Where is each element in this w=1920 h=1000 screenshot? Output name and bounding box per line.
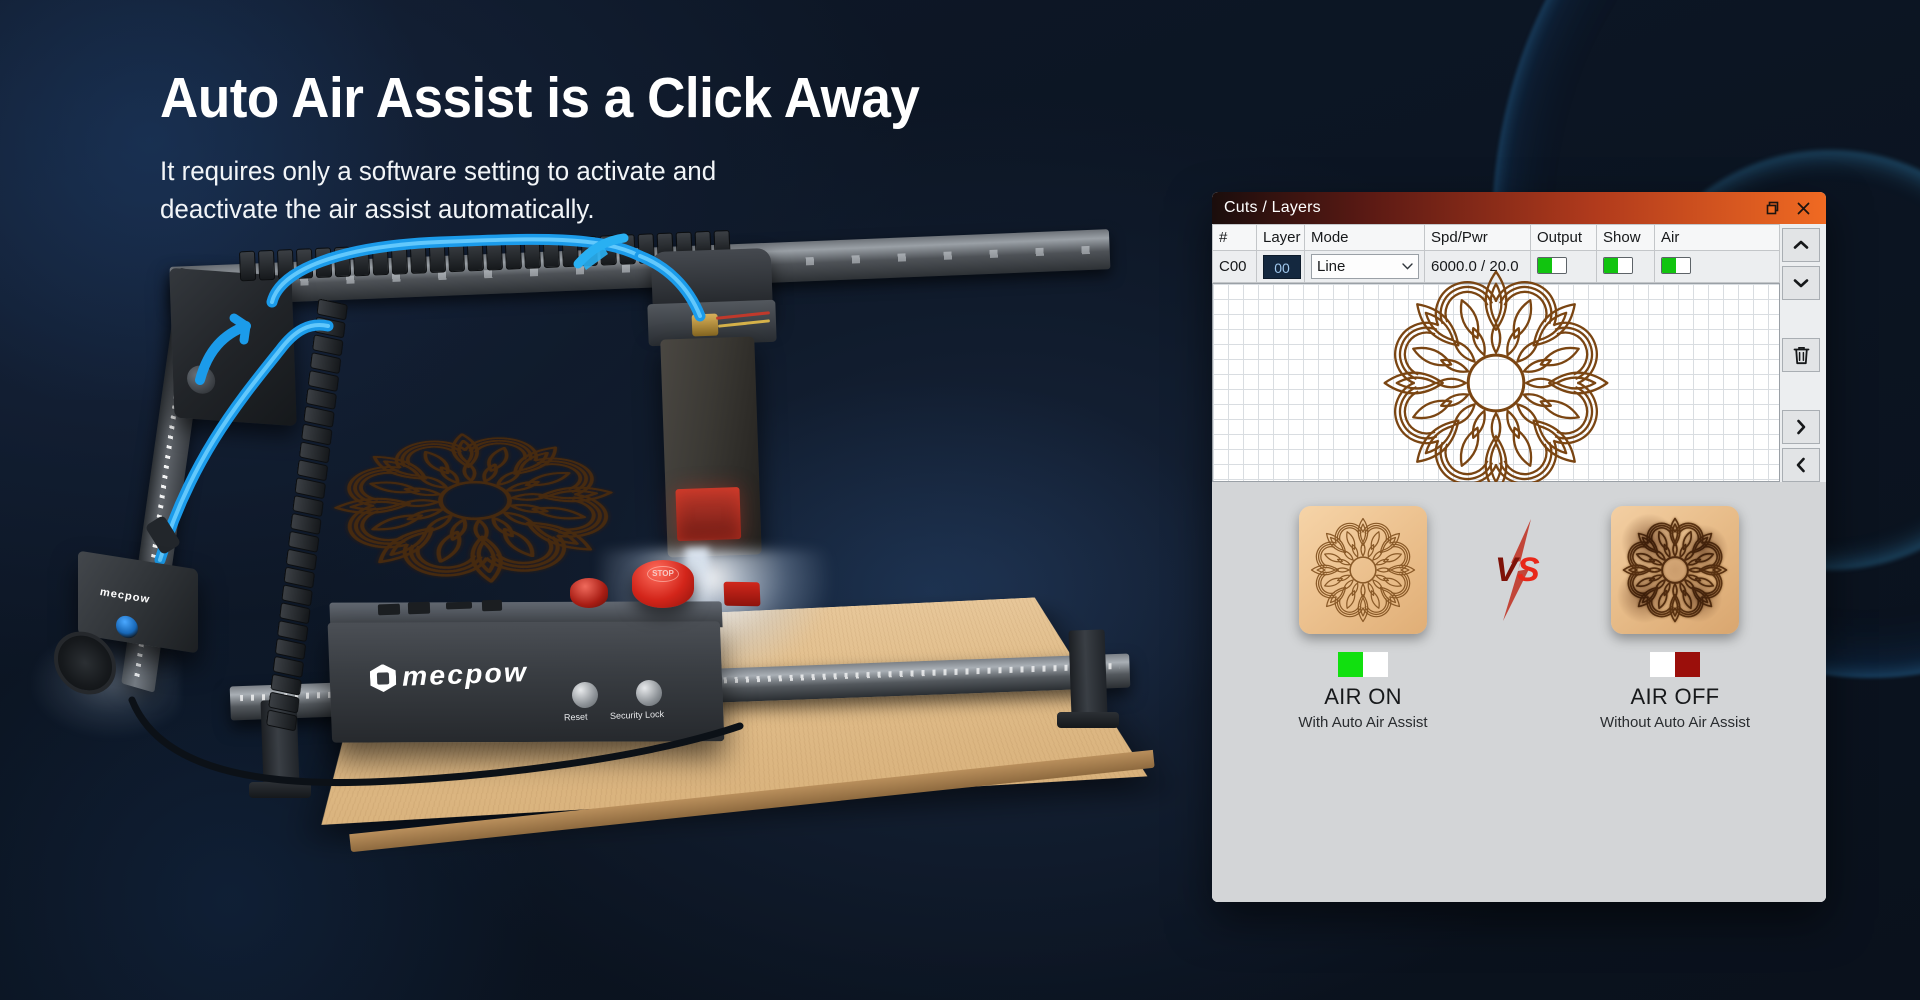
cell-air[interactable] [1654, 250, 1780, 283]
laser-viewing-window [675, 487, 742, 542]
toolbar-spacer-2 [1782, 376, 1822, 406]
frame-foot-right [1057, 712, 1119, 728]
page-title: Auto Air Assist is a Click Away [160, 66, 920, 130]
swatch-white [1650, 652, 1675, 677]
frame-post-right [1068, 629, 1108, 717]
column-header-show[interactable]: Show [1596, 224, 1655, 251]
toolbar-spacer-1 [1782, 304, 1822, 334]
sample-tile-air-off [1611, 506, 1739, 634]
air-on-subtitle: With Auto Air Assist [1298, 714, 1428, 731]
headline-block: Auto Air Assist is a Click Away It requi… [160, 66, 1160, 229]
move-layer-down-button[interactable] [1782, 266, 1820, 300]
port-dc24v [377, 603, 401, 616]
air-off-swatches [1650, 652, 1700, 677]
trash-icon [1793, 346, 1809, 364]
mandala-design[interactable] [1375, 262, 1617, 504]
swatch-white [1363, 652, 1388, 677]
chevron-down-icon [1793, 279, 1809, 288]
column-header-number[interactable]: # [1212, 224, 1257, 251]
air-on-title: AIR ON [1324, 684, 1402, 709]
frame-foot-left [249, 782, 311, 798]
air-off-subtitle: Without Auto Air Assist [1599, 714, 1751, 731]
column-header-output[interactable]: Output [1530, 224, 1597, 251]
security-lock-button-label: Security Lock [609, 708, 665, 722]
page-subtitle-line2: deactivate the air assist automatically. [160, 193, 595, 224]
layers-left-column: # Layer Mode Spd/Pwr Output Show Air C00… [1212, 224, 1780, 495]
air-toggle[interactable] [1661, 256, 1691, 274]
mandala-engraving-clean [1310, 517, 1416, 623]
comparison-air-off: AIR OFF Without Auto Air Assist [1557, 506, 1793, 731]
mecpow-hex-icon [370, 663, 397, 692]
close-icon [1797, 202, 1809, 214]
vs-icon: V S [1495, 519, 1540, 621]
previous-layer-button[interactable] [1782, 448, 1820, 482]
vs-badge: V S [1481, 506, 1557, 634]
air-on-swatches [1338, 652, 1388, 677]
restore-icon [1766, 201, 1779, 215]
chevron-left-icon [1796, 457, 1805, 473]
page-subtitle: It requires only a software setting to a… [160, 152, 1120, 229]
mode-dropdown-value: Line [1317, 258, 1346, 275]
comparison-section: AIR ON With Auto Air Assist V S AIR OFF … [1212, 482, 1826, 902]
chevron-up-icon [1793, 240, 1809, 249]
cuts-layers-window: Cuts / Layers # Layer Mode Spd/Pwr Outpu… [1212, 192, 1826, 902]
swatch-dark-red [1675, 652, 1700, 677]
window-titlebar[interactable]: Cuts / Layers [1212, 192, 1826, 224]
column-header-layer[interactable]: Layer [1256, 224, 1305, 251]
page-root: Auto Air Assist is a Click Away It requi… [0, 0, 1920, 1000]
next-layer-button[interactable] [1782, 410, 1820, 444]
cell-layer-number: C00 [1212, 250, 1257, 283]
close-window-button[interactable] [1788, 195, 1818, 221]
port-bypass [481, 599, 503, 612]
port-microsd [445, 601, 473, 610]
window-body: # Layer Mode Spd/Pwr Output Show Air C00… [1212, 224, 1826, 902]
power-switch[interactable] [723, 581, 761, 607]
move-layer-up-button[interactable] [1782, 228, 1820, 262]
layer-toolbar [1780, 224, 1826, 482]
page-subtitle-line1: It requires only a software setting to a… [160, 155, 717, 186]
design-canvas[interactable] [1212, 270, 1780, 495]
layer-color-chip[interactable]: 00 [1263, 254, 1301, 279]
mandala-vector [1383, 270, 1609, 495]
laser-head-body [660, 336, 762, 558]
machine-brand-logo: mecpow [369, 656, 529, 694]
layers-and-canvas: # Layer Mode Spd/Pwr Output Show Air C00… [1212, 224, 1826, 495]
air-off-title: AIR OFF [1630, 684, 1720, 709]
svg-text:S: S [1517, 551, 1540, 589]
delete-layer-button[interactable] [1782, 338, 1820, 372]
machine-brand-name: mecpow [401, 656, 529, 692]
sample-tile-air-on [1299, 506, 1427, 634]
port-usb [407, 601, 431, 615]
air-nozzle-fitting [691, 313, 719, 337]
column-header-spd-pwr[interactable]: Spd/Pwr [1424, 224, 1531, 251]
comparison-air-on: AIR ON With Auto Air Assist [1245, 506, 1481, 731]
alarm-button[interactable] [570, 578, 608, 608]
laser-engraver-illustration: mecpow Reset Security Lock mecpow [30, 229, 1220, 950]
column-header-air[interactable]: Air [1654, 224, 1780, 251]
reset-button-label: Reset [563, 711, 588, 723]
chevron-right-icon [1797, 419, 1806, 435]
emergency-stop-button[interactable] [632, 560, 694, 608]
cell-layer-color[interactable]: 00 [1256, 250, 1305, 283]
window-title: Cuts / Layers [1224, 199, 1321, 216]
swatch-green [1338, 652, 1363, 677]
restore-window-button[interactable] [1758, 195, 1788, 221]
scorch-marks [1611, 506, 1739, 634]
table-header-row: # Layer Mode Spd/Pwr Output Show Air [1212, 224, 1780, 251]
column-header-mode[interactable]: Mode [1304, 224, 1425, 251]
